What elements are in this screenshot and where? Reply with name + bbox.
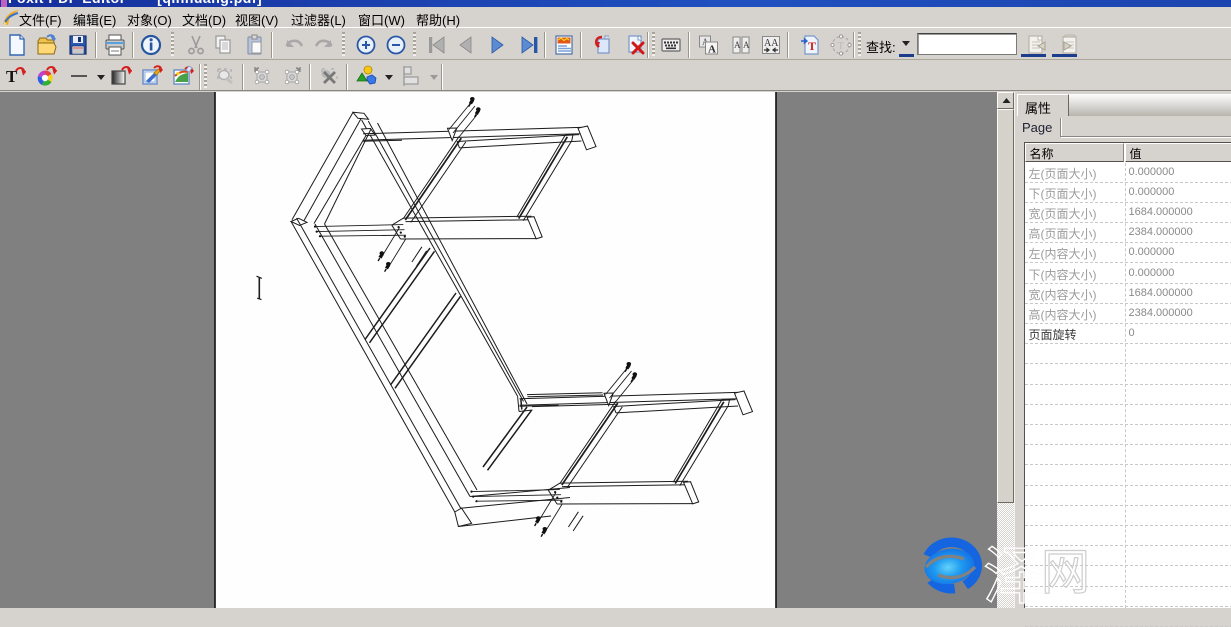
svg-text:泽: 泽 bbox=[983, 542, 1046, 608]
svg-text:T: T bbox=[808, 39, 816, 53]
svg-text:T: T bbox=[838, 40, 845, 52]
svg-text:AA: AA bbox=[764, 38, 779, 49]
svg-text:网: 网 bbox=[1041, 546, 1090, 600]
svg-text:A: A bbox=[734, 40, 741, 50]
svg-text:A: A bbox=[743, 40, 750, 50]
svg-text:A: A bbox=[708, 44, 716, 56]
